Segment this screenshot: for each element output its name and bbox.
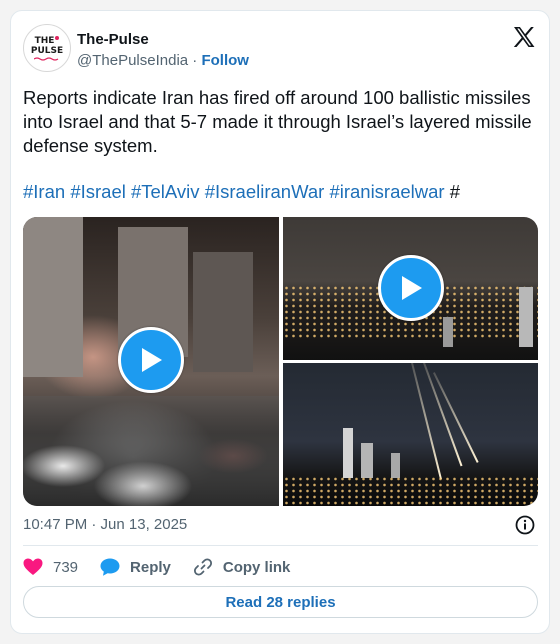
link-icon: [193, 558, 212, 576]
avatar-dot: [55, 35, 60, 40]
reply-bubble-icon: [100, 558, 120, 576]
heart-icon: [23, 558, 43, 575]
image-missile-interceptions[interactable]: [283, 363, 538, 506]
avatar[interactable]: THE PULSE: [23, 24, 71, 72]
copy-link-button[interactable]: Copy link: [193, 557, 291, 577]
media-grid: [23, 217, 538, 506]
tower: [343, 428, 353, 478]
author-handle[interactable]: @ThePulseIndia: [77, 52, 188, 69]
hashtag-link[interactable]: #iranisraelwar: [329, 181, 444, 202]
reply-label: Reply: [130, 558, 171, 576]
handle-separator: ·: [192, 52, 198, 69]
author-name[interactable]: The-Pulse: [77, 31, 149, 48]
avatar-text-top: THE: [34, 35, 55, 46]
follow-button[interactable]: Follow: [201, 52, 249, 69]
copy-link-label: Copy link: [222, 558, 291, 576]
hashtag-link[interactable]: #Iran: [23, 181, 65, 202]
play-button[interactable]: [378, 255, 444, 321]
divider: [23, 545, 538, 546]
tweet-card: THE PULSE The-Pulse @ThePulseIndia · Fol…: [10, 10, 550, 634]
play-button[interactable]: [118, 327, 184, 393]
tower: [361, 443, 373, 478]
play-icon: [142, 348, 162, 372]
action-bar: 739 Reply Copy link: [23, 555, 312, 579]
read-replies-button[interactable]: Read 28 replies: [23, 586, 538, 618]
x-logo-icon[interactable]: [513, 27, 535, 47]
hashtag-link[interactable]: #IsraeliranWar: [205, 181, 325, 202]
hashtag-link[interactable]: #Israel: [70, 181, 126, 202]
video-thumbnail-rubble[interactable]: [23, 217, 279, 506]
like-count: 739: [53, 558, 79, 576]
hashtag-row: #Iran #Israel #TelAviv #IsraeliranWar #i…: [23, 180, 460, 204]
tower: [391, 453, 400, 478]
hashtag-link[interactable]: #TelAviv: [131, 181, 200, 202]
timestamp[interactable]: 10:47 PM · Jun 13, 2025: [23, 516, 187, 533]
tower: [519, 287, 533, 347]
read-replies-label: Read 28 replies: [225, 593, 336, 611]
trailing-hash: #: [449, 181, 461, 202]
missile-streak: [423, 363, 463, 467]
building-right: [193, 252, 253, 372]
avatar-wave-icon: [34, 56, 59, 61]
city-lights: [283, 476, 538, 506]
play-icon: [402, 276, 422, 300]
tower: [443, 317, 453, 347]
avatar-text-bottom: PULSE: [30, 45, 64, 56]
like-button[interactable]: 739: [23, 558, 78, 576]
info-icon[interactable]: [515, 515, 535, 535]
tweet-text: Reports indicate Iran has fired off arou…: [23, 87, 532, 156]
rubble: [23, 396, 279, 506]
author-handle-row: @ThePulseIndia · Follow: [77, 52, 249, 69]
video-thumbnail-city-night[interactable]: [283, 217, 538, 360]
reply-button[interactable]: Reply: [100, 558, 171, 576]
building-left: [23, 217, 83, 377]
